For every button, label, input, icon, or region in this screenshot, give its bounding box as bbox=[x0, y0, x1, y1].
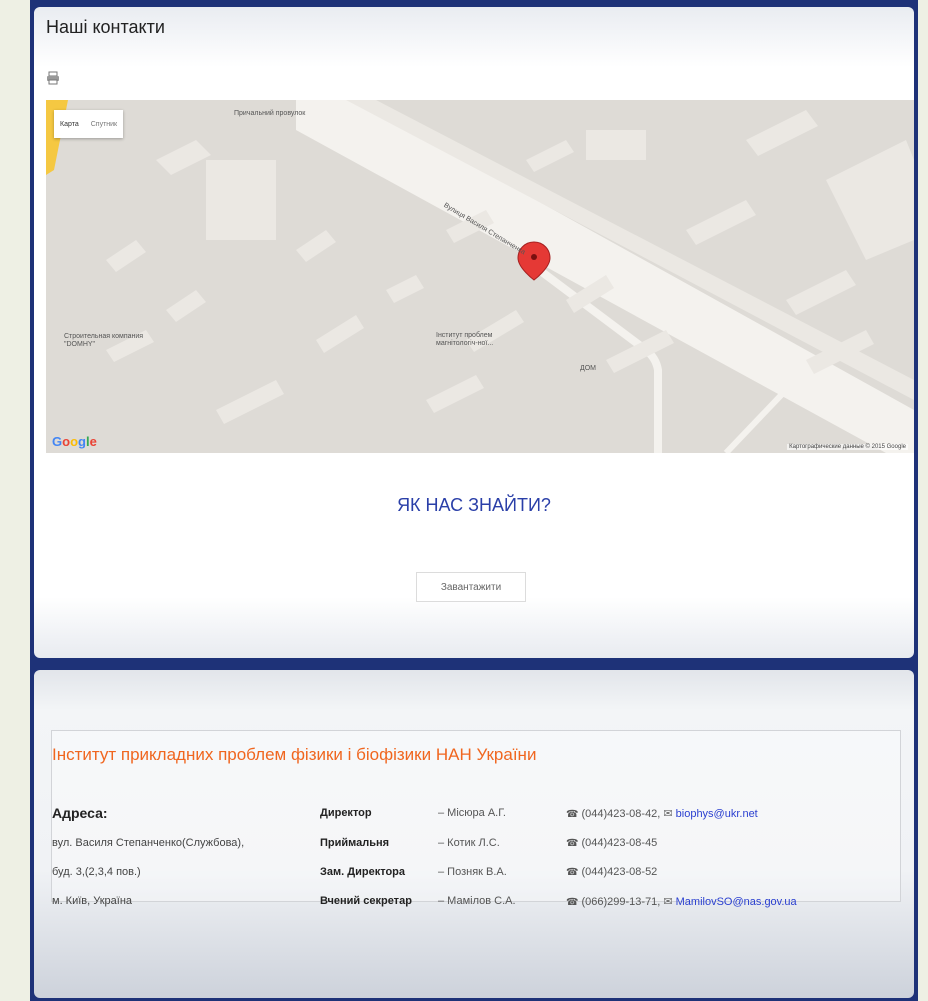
phone-icon: ☎ bbox=[566, 838, 579, 849]
staff-contact: ☎ (044)423-08-52 bbox=[566, 866, 657, 878]
address-line: м. Київ, Україна bbox=[52, 895, 133, 907]
poi-label-1: Строительная компания "DOMHY" bbox=[64, 333, 144, 348]
staff-email-link[interactable]: MamilovSO@nas.gov.ua bbox=[676, 896, 797, 908]
find-us-heading: ЯК НАС ЗНАЙТИ? bbox=[397, 495, 551, 515]
staff-role: Зам. Директора bbox=[320, 866, 405, 878]
staff-role: Вчений секретар bbox=[320, 895, 412, 907]
map-canvas bbox=[46, 100, 914, 453]
street-label-1: Причальний провулок bbox=[234, 110, 306, 117]
page-title: Наші контакти bbox=[46, 17, 165, 37]
staff-phone: (044)423-08-45 bbox=[581, 837, 658, 849]
download-button[interactable]: Завантажити bbox=[416, 572, 526, 602]
staff-role: Директор bbox=[320, 807, 372, 819]
map-type-satellite[interactable]: Спутник bbox=[85, 110, 123, 138]
footer-panel: Інститут прикладних проблем фізики і біо… bbox=[34, 670, 914, 998]
google-logo: Google bbox=[52, 434, 97, 449]
staff-name: – Мамілов С.А. bbox=[438, 895, 516, 907]
address-label: Адреса: bbox=[52, 805, 108, 821]
staff-contact: ☎ (044)423-08-45 bbox=[566, 837, 657, 849]
staff-row: Зам. Директора – Позняк В.А. ☎ (044)423-0… bbox=[320, 866, 900, 882]
phone-icon: ☎ bbox=[566, 897, 579, 908]
staff-row: Приймальня – Котик Л.С. ☎ (044)423-08-45 bbox=[320, 837, 900, 853]
institute-name: Інститут прикладних проблем фізики і біо… bbox=[52, 745, 537, 764]
phone-icon: ☎ bbox=[566, 809, 579, 820]
contact-info-box: Інститут прикладних проблем фізики і біо… bbox=[51, 730, 901, 908]
staff-name: – Позняк В.А. bbox=[438, 866, 507, 878]
staff-contact: ☎ (044)423-08-42, ✉ biophys@ukr.net bbox=[566, 807, 758, 820]
address-line: вул. Василя Степанченко(Службова), bbox=[52, 837, 245, 849]
contacts-panel: Наші контакти Карта Спутник Причальний п… bbox=[34, 7, 914, 658]
google-map[interactable]: Карта Спутник Причальний провулок Вулиця… bbox=[46, 100, 914, 453]
phone-icon: ☎ bbox=[566, 867, 579, 878]
staff-row: Директор – Мiсюра А.Г. ☎ (044)423-08-42, … bbox=[320, 807, 900, 823]
address-line: буд. 3,(2,3,4 пов.) bbox=[52, 866, 141, 878]
map-type-toggle[interactable]: Карта Спутник bbox=[54, 110, 124, 138]
staff-contact: ☎ (066)299-13-71, ✉ MamilovSO@nas.gov.ua bbox=[566, 895, 797, 908]
envelope-icon: ✉ bbox=[663, 896, 673, 908]
staff-phone: (044)423-08-42, bbox=[581, 808, 661, 820]
staff-phone: (066)299-13-71, bbox=[581, 896, 661, 908]
envelope-icon: ✉ bbox=[663, 808, 673, 820]
staff-row: Вчений секретар – Мамілов С.А. ☎ (066)299… bbox=[320, 895, 900, 911]
staff-name: – Мiсюра А.Г. bbox=[438, 807, 506, 819]
map-type-map[interactable]: Карта bbox=[54, 110, 85, 138]
printer-icon[interactable] bbox=[46, 71, 60, 85]
map-attribution: Картографические данные © 2015 Google bbox=[787, 444, 908, 450]
poi-label-2: Інститут проблем магнітологіч-ної... bbox=[436, 332, 494, 347]
poi-label-3: ДОМ bbox=[580, 365, 597, 372]
staff-name: – Котик Л.С. bbox=[438, 837, 500, 849]
staff-phone: (044)423-08-52 bbox=[581, 866, 658, 878]
staff-email-link[interactable]: biophys@ukr.net bbox=[676, 808, 758, 820]
staff-role: Приймальня bbox=[320, 837, 390, 849]
